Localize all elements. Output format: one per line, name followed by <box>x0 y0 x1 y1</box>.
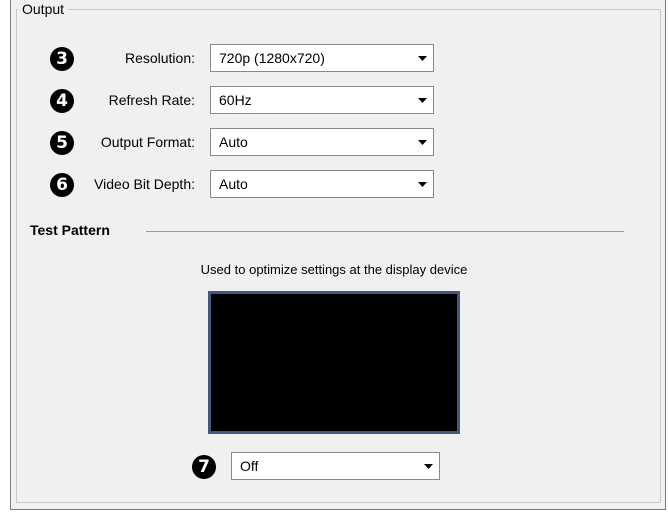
step-badge-5: 5 <box>50 131 74 155</box>
test-pattern-row: 7 Off <box>0 452 660 480</box>
output-format-value: Auto <box>219 134 248 150</box>
step-badge-3: 3 <box>50 47 74 71</box>
chevron-down-icon <box>411 181 433 187</box>
step-badge-7: 7 <box>192 455 216 479</box>
resolution-label: Resolution: <box>124 50 195 66</box>
refresh-rate-row: 4 Refresh Rate: 60Hz <box>0 86 660 114</box>
refresh-rate-dropdown[interactable]: 60Hz <box>210 86 434 114</box>
step-badge-6: 6 <box>50 173 74 197</box>
chevron-down-icon <box>411 139 433 145</box>
test-pattern-title: Test Pattern <box>30 222 110 238</box>
resolution-value: 720p (1280x720) <box>219 50 325 66</box>
output-format-row: 5 Output Format: Auto <box>0 128 660 156</box>
resolution-row: 3 Resolution: 720p (1280x720) <box>0 44 660 72</box>
video-bit-depth-dropdown[interactable]: Auto <box>210 170 434 198</box>
step-badge-4: 4 <box>50 89 74 113</box>
output-format-label: Output Format: <box>100 134 195 150</box>
refresh-rate-label: Refresh Rate: <box>108 92 195 108</box>
test-pattern-value: Off <box>240 458 259 474</box>
refresh-rate-value: 60Hz <box>219 92 252 108</box>
video-bit-depth-label: Video Bit Depth: <box>94 176 195 192</box>
video-bit-depth-row: 6 Video Bit Depth: Auto <box>0 170 660 198</box>
test-pattern-hint: Used to optimize settings at the display… <box>200 262 468 277</box>
test-pattern-dropdown[interactable]: Off <box>231 452 440 480</box>
section-divider <box>146 231 624 232</box>
chevron-down-icon <box>417 463 439 469</box>
video-bit-depth-value: Auto <box>219 176 248 192</box>
output-format-dropdown[interactable]: Auto <box>210 128 434 156</box>
group-title: Output <box>18 0 69 18</box>
chevron-down-icon <box>411 55 433 61</box>
test-pattern-preview <box>208 291 460 434</box>
chevron-down-icon <box>411 97 433 103</box>
resolution-dropdown[interactable]: 720p (1280x720) <box>210 44 434 72</box>
